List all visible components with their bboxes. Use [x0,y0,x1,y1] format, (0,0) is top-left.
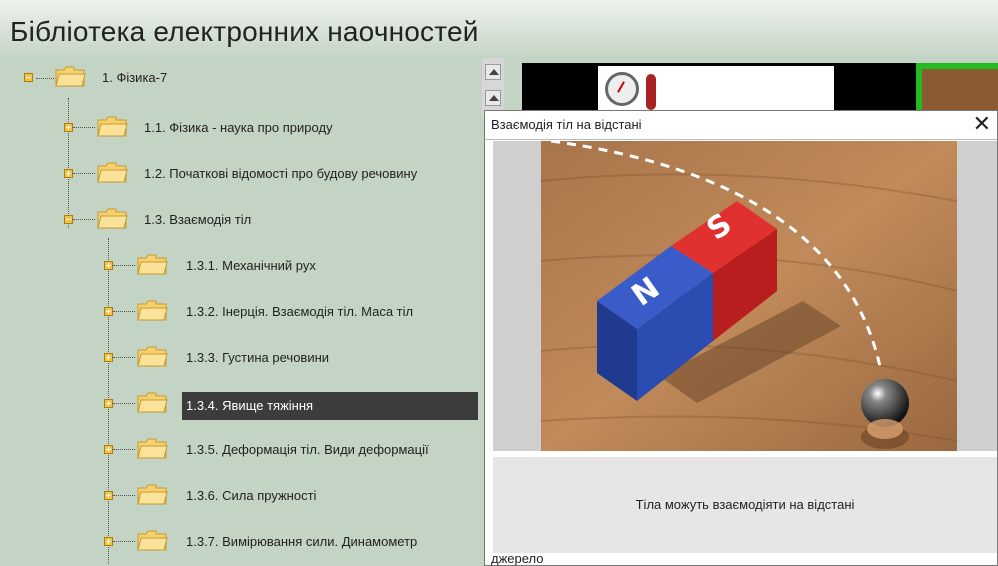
thermometer-icon [646,74,656,110]
folder-icon [137,346,168,367]
tree-item-label: 1.3.6. Сила пружності [186,488,317,503]
expand-icon[interactable] [104,399,113,408]
tree-line [113,541,135,542]
app-title: Бібліотека електронних наочностей [10,16,479,47]
folder-icon [97,208,128,229]
topic-tree: 1. Фізика-7 1.1. Фізика - наука про прир… [0,58,482,566]
folder-icon [137,254,168,275]
tree-line [73,219,95,220]
tree-item-1-3-2[interactable]: 1.3.2. Інерція. Взаємодія тіл. Маса тіл [104,296,482,328]
expand-icon[interactable] [104,261,113,270]
magnet-illustration: N S [541,141,957,451]
expand-icon[interactable] [64,123,73,132]
tree-line [113,403,135,404]
tree-item-1-3[interactable]: 1.3. Взаємодія тіл [64,204,474,236]
tree-item-label: 1.3.5. Деформація тіл. Види деформації [186,442,429,457]
image-caption: Тіла можуть взаємодіяти на відстані [635,497,855,512]
source-link[interactable]: джерело [491,551,544,566]
folder-icon [137,392,168,413]
popup-titlebar: Взаємодія тіл на відстані ✕ [485,111,997,140]
tree-item-label: 1. Фізика-7 [102,70,168,85]
caption-panel: Тіла можуть взаємодіяти на відстані [493,457,997,553]
tree-line [113,449,135,450]
folder-icon [97,162,128,183]
tree-item-1-3-5[interactable]: 1.3.5. Деформація тіл. Види деформації [104,434,482,466]
tree-line [113,357,135,358]
tree-item-1-3-4[interactable]: 1.3.4. Явище тяжіння [104,388,482,420]
folder-icon [137,530,168,551]
thumbnail-selected[interactable] [916,63,998,115]
tree-item-1-3-1[interactable]: 1.3.1. Механічний рух [104,250,482,282]
tree-item-1-3-7[interactable]: 1.3.7. Вимірювання сили. Динамометр [104,526,482,558]
app-header: Бібліотека електронних наочностей [0,0,998,58]
tree-line [113,495,135,496]
scroll-up-button[interactable] [485,64,501,80]
preview-popup: Взаємодія тіл на відстані ✕ N S Тіла мож… [484,110,998,566]
expand-icon[interactable] [104,537,113,546]
folder-icon [97,116,128,137]
tree-item-label: 1.2. Початкові відомості про будову речо… [144,166,418,181]
expand-icon[interactable] [104,491,113,500]
tree-item-fizyka-7[interactable]: 1. Фізика-7 [24,62,324,94]
folder-icon [55,66,86,87]
tree-item-label-selected: 1.3.4. Явище тяжіння [182,392,478,420]
folder-icon [137,438,168,459]
thumbnail-image [922,69,998,115]
tree-item-label: 1.3. Взаємодія тіл [144,212,252,227]
expand-icon[interactable] [64,169,73,178]
tree-item-label: 1.1. Фізика - наука про природу [144,120,333,135]
collapse-icon[interactable] [64,215,73,224]
scroll-up-icon [489,95,499,101]
folder-icon [137,300,168,321]
image-frame: N S [493,141,997,451]
tree-item-1-3-3[interactable]: 1.3.3. Густина речовини [104,342,482,374]
tree-line [73,173,95,174]
tree-item-label: 1.3.2. Інерція. Взаємодія тіл. Маса тіл [186,304,414,319]
tree-item-1-2[interactable]: 1.2. Початкові відомості про будову речо… [64,158,474,190]
tree-line [113,311,135,312]
expand-icon[interactable] [104,445,113,454]
tree-item-label: 1.3.7. Вимірювання сили. Динамометр [186,534,418,549]
folder-icon [137,484,168,505]
scroll-up-icon [489,69,499,75]
popup-title: Взаємодія тіл на відстані [491,117,642,132]
tree-item-label: 1.3.3. Густина речовини [186,350,330,365]
expand-icon[interactable] [104,307,113,316]
tree-item-1-1[interactable]: 1.1. Фізика - наука про природу [64,112,474,144]
close-icon[interactable]: ✕ [973,111,991,137]
tree-line [73,127,95,128]
expand-icon[interactable] [104,353,113,362]
collapse-icon[interactable] [24,73,33,82]
scroll-up-button[interactable] [485,90,501,106]
tree-item-label: 1.3.1. Механічний рух [186,258,316,273]
tree-item-1-3-6[interactable]: 1.3.6. Сила пружності [104,480,482,512]
tree-line [113,265,135,266]
thumbnail-scrollbar[interactable] [482,58,504,118]
gauge-icon [605,72,639,106]
